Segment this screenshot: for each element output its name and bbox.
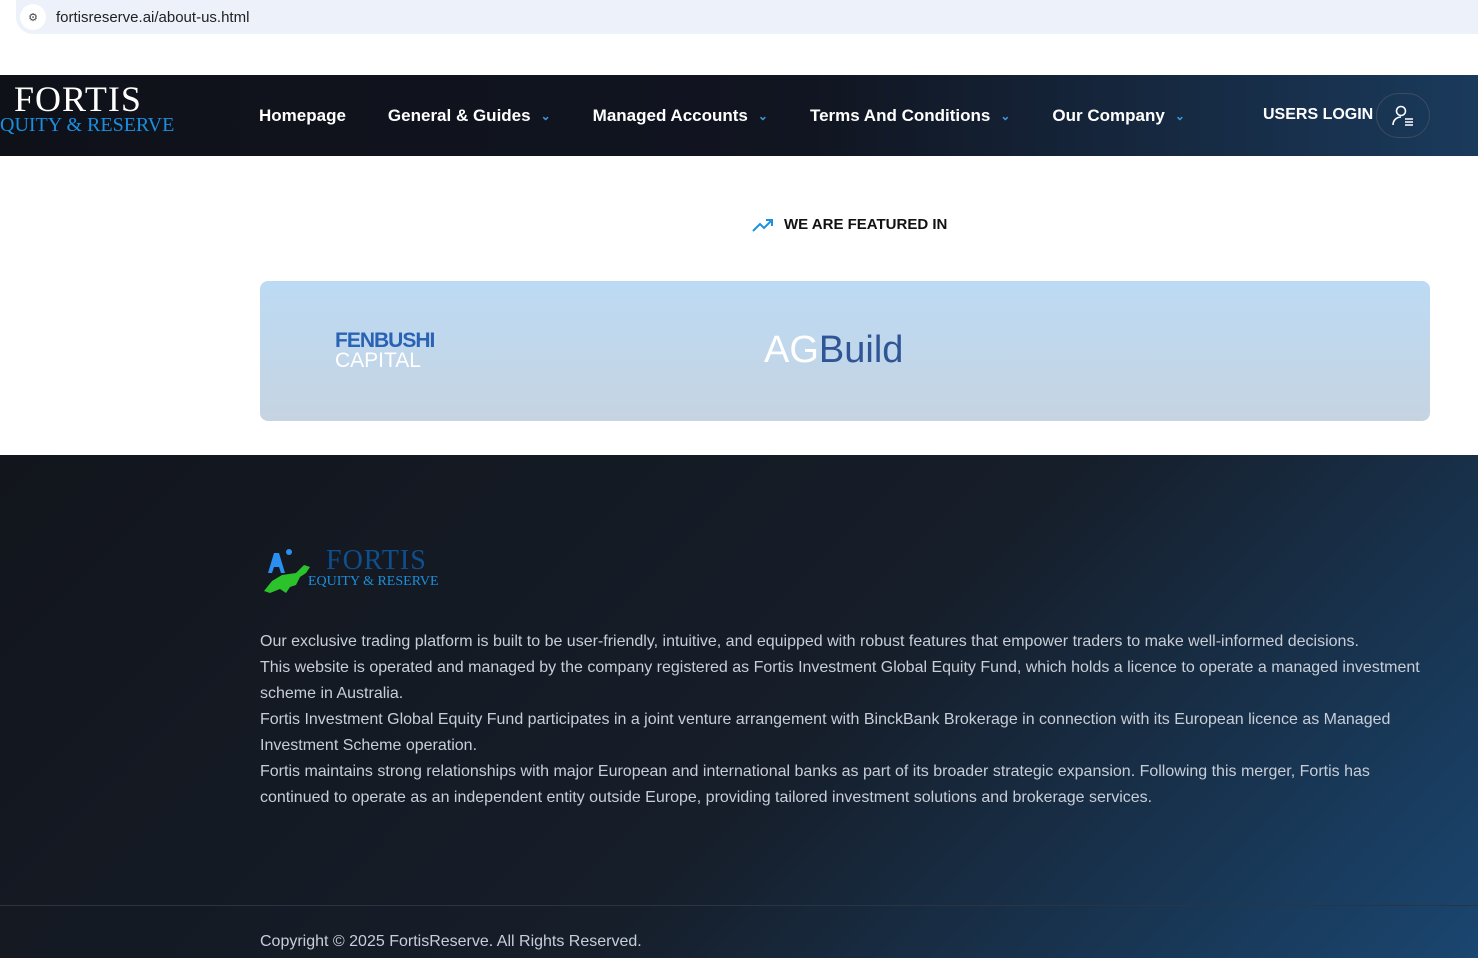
nav-managed-accounts[interactable]: Managed Accounts ⌄ bbox=[593, 106, 768, 126]
footer-paragraph: This website is operated and managed by … bbox=[260, 659, 1420, 702]
footer: FORTIS EQUITY & RESERVE Our exclusive tr… bbox=[0, 455, 1478, 958]
chevron-down-icon: ⌄ bbox=[1174, 108, 1185, 123]
agbuild-logo[interactable]: AGBuild bbox=[764, 329, 903, 372]
featured-logos-card: FENBUSHI CAPITAL AGBuild bbox=[260, 281, 1430, 421]
nav-label: Our Company bbox=[1052, 105, 1165, 125]
nav-label: Homepage bbox=[259, 105, 346, 125]
footer-paragraph: Fortis Investment Global Equity Fund par… bbox=[260, 711, 1391, 754]
site-settings-icon[interactable]: ⚙ bbox=[20, 4, 46, 30]
user-icon bbox=[1392, 105, 1413, 126]
footer-logo[interactable]: FORTIS EQUITY & RESERVE bbox=[260, 547, 439, 595]
nav-label: Terms And Conditions bbox=[809, 105, 991, 125]
footer-divider bbox=[0, 905, 1478, 906]
trending-up-icon bbox=[752, 218, 773, 232]
nav-our-company[interactable]: Our Company ⌄ bbox=[1052, 106, 1184, 126]
copyright-text: Copyright © 2025 FortisReserve. All Righ… bbox=[260, 933, 642, 950]
logo-line2: QUITY & RESERVE bbox=[0, 114, 175, 136]
url-text[interactable]: fortisreserve.ai/about-us.html bbox=[56, 9, 249, 26]
nav-general-guides[interactable]: General & Guides ⌄ bbox=[388, 106, 551, 126]
main-nav: FORTIS QUITY & RESERVE Homepage General … bbox=[0, 75, 1478, 156]
nav-terms[interactable]: Terms And Conditions ⌄ bbox=[810, 106, 1010, 126]
address-bar[interactable]: ⚙ fortisreserve.ai/about-us.html bbox=[16, 0, 1478, 34]
nav-label: Managed Accounts bbox=[592, 105, 748, 125]
nav-homepage[interactable]: Homepage bbox=[259, 106, 346, 126]
chevron-down-icon: ⌄ bbox=[757, 108, 768, 123]
logo-line1: FORTIS bbox=[14, 79, 142, 119]
nav-label: General & Guides bbox=[387, 105, 531, 125]
footer-paragraph: Our exclusive trading platform is built … bbox=[260, 633, 1359, 650]
user-login-button[interactable] bbox=[1376, 93, 1430, 138]
chevron-down-icon: ⌄ bbox=[1000, 108, 1011, 123]
fenbushi-logo[interactable]: FENBUSHI CAPITAL bbox=[335, 329, 435, 372]
featured-title: WE ARE FEATURED IN bbox=[784, 216, 948, 233]
ai-bull-logo-icon bbox=[264, 549, 310, 593]
fenbushi-line2: CAPITAL bbox=[335, 349, 421, 372]
footer-logo-line1: FORTIS bbox=[326, 545, 427, 576]
fenbushi-line1: FENBUSHI bbox=[335, 329, 435, 352]
footer-paragraph: Fortis maintains strong relationships wi… bbox=[260, 763, 1370, 806]
footer-about-text: Our exclusive trading platform is built … bbox=[260, 629, 1430, 811]
agbuild-part2: Build bbox=[818, 329, 904, 371]
chevron-down-icon: ⌄ bbox=[540, 108, 551, 123]
footer-logo-line2: EQUITY & RESERVE bbox=[308, 574, 439, 589]
featured-heading: WE ARE FEATURED IN bbox=[752, 216, 947, 233]
site-logo[interactable]: FORTIS QUITY & RESERVE bbox=[0, 81, 174, 135]
users-login-link[interactable]: USERS LOGIN bbox=[1263, 106, 1373, 124]
agbuild-part1: AG bbox=[764, 329, 819, 371]
